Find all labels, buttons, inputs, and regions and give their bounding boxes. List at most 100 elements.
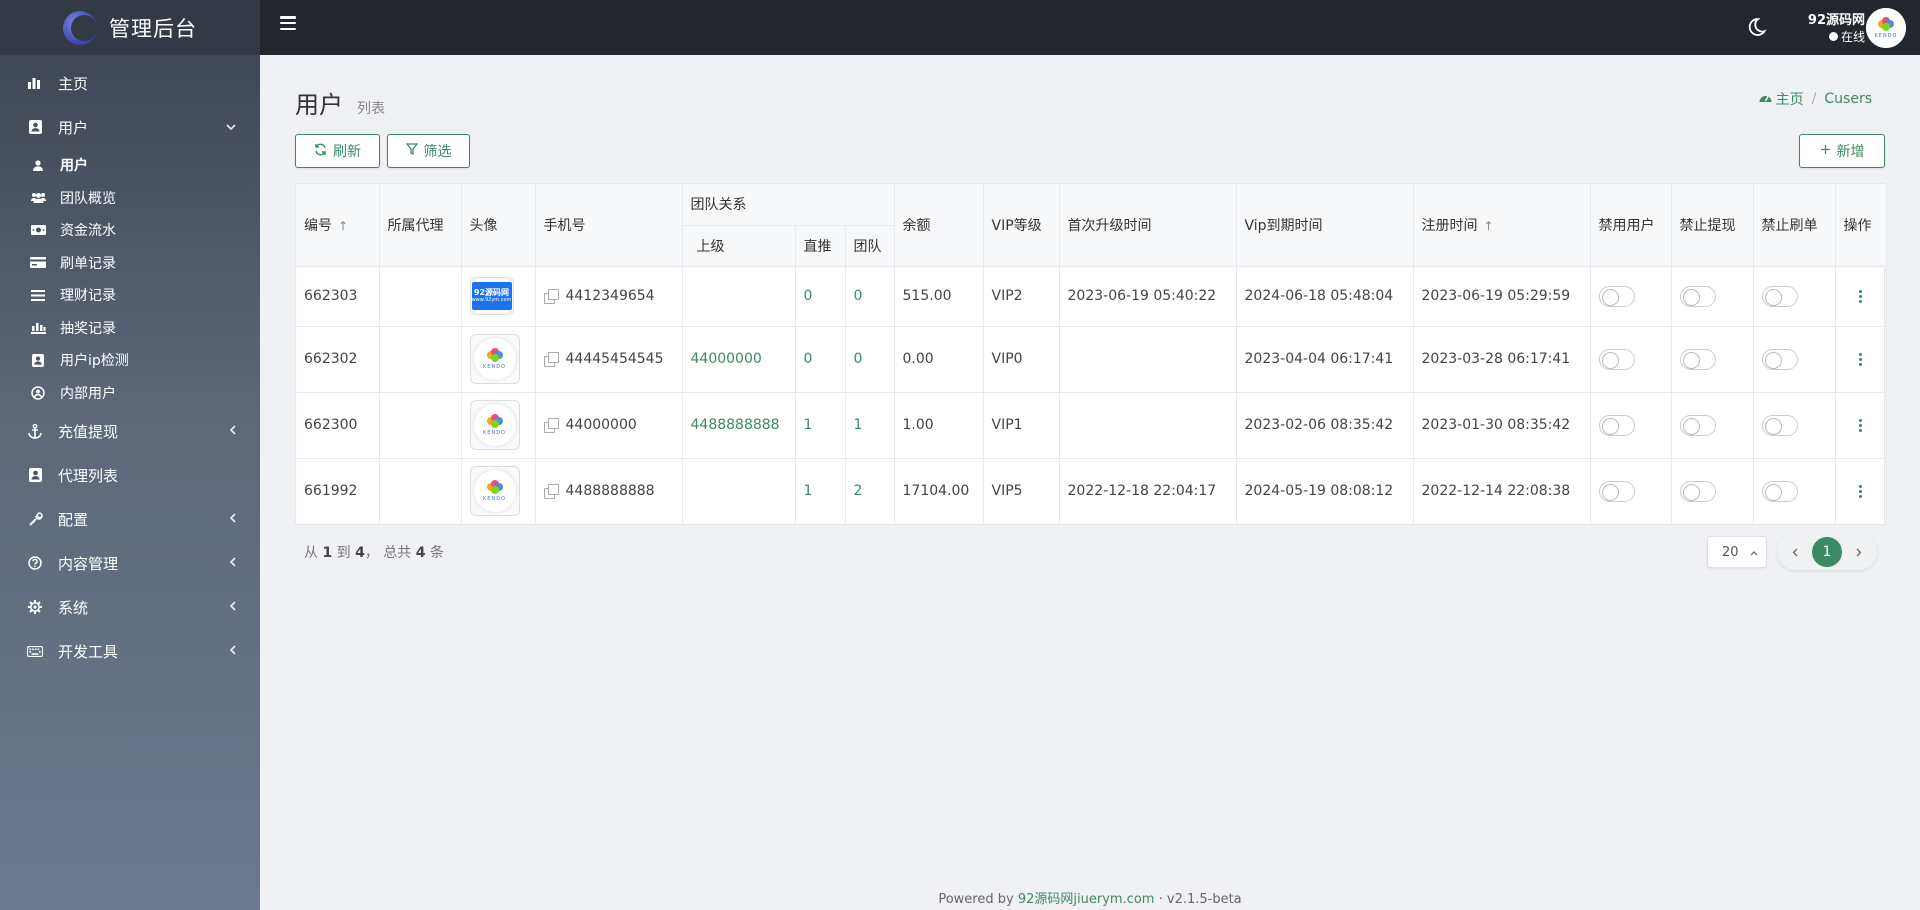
col-header-id[interactable]: 编号 ↑ bbox=[296, 184, 380, 267]
cell-ban-user bbox=[1590, 392, 1672, 459]
sort-arrow-icon[interactable]: ↑ bbox=[1484, 219, 1494, 233]
user-avatar[interactable]: KENDO bbox=[469, 334, 520, 384]
copy-icon[interactable] bbox=[543, 289, 559, 304]
cell-actions bbox=[1835, 392, 1887, 459]
cell-parent[interactable] bbox=[682, 266, 796, 327]
cell-vip-expire: 2024-06-18 05:48:04 bbox=[1236, 266, 1414, 327]
copy-icon[interactable] bbox=[543, 352, 559, 367]
sidebar-item-devtools[interactable]: 开发工具 bbox=[0, 629, 260, 673]
cell-parent[interactable]: 4488888888 bbox=[682, 392, 796, 459]
ban-order-toggle[interactable] bbox=[1761, 285, 1798, 307]
users-table: 编号 ↑ 所属代理 头像 手机号 团队关系 余额 VIP等级 首次升级时间 Vip… bbox=[295, 183, 1887, 525]
sidebar-item-home[interactable]: 主页 bbox=[0, 61, 260, 105]
kendo-logo-icon: KENDO bbox=[473, 470, 516, 513]
prev-page-icon[interactable] bbox=[1785, 542, 1805, 562]
breadcrumb-current: Cusers bbox=[1824, 91, 1872, 107]
cell-team[interactable]: 2 bbox=[845, 458, 895, 524]
sidebar-subitem-lottery[interactable]: 抽奖记录 bbox=[0, 312, 260, 345]
cell-agent bbox=[379, 458, 462, 524]
more-actions-icon[interactable] bbox=[1851, 484, 1871, 498]
sidebar-item-config[interactable]: 配置 bbox=[0, 497, 260, 541]
cell-register: 2023-03-28 06:17:41 bbox=[1413, 326, 1591, 393]
sidebar-subitem-ip-check[interactable]: 用户ip检测 bbox=[0, 344, 260, 377]
phone-number: 4488888888 bbox=[565, 483, 655, 500]
avatar[interactable]: KENDO bbox=[1866, 8, 1906, 48]
cell-parent[interactable]: 44000000 bbox=[682, 326, 796, 393]
ban-withdraw-toggle[interactable] bbox=[1679, 414, 1716, 436]
sidebar-subitem-orders[interactable]: 刷单记录 bbox=[0, 247, 260, 280]
copy-icon[interactable] bbox=[543, 484, 559, 500]
cell-team[interactable]: 1 bbox=[845, 392, 895, 459]
sidebar-item-recharge-withdraw[interactable]: 充值提现 bbox=[0, 409, 260, 453]
user-avatar[interactable]: 92源码网 www.92ym.com bbox=[469, 277, 514, 315]
user-status: 在线 bbox=[1795, 28, 1865, 45]
sidebar-item-label: 代理列表 bbox=[58, 466, 119, 485]
cell-direct[interactable]: 0 bbox=[795, 326, 846, 393]
user-avatar[interactable]: KENDO bbox=[469, 400, 520, 450]
sidebar-subitem-finance[interactable]: 理财记录 bbox=[0, 279, 260, 312]
cell-ban-withdraw bbox=[1671, 326, 1754, 393]
sidebar-item-label: 开发工具 bbox=[58, 642, 119, 661]
sidebar-subitem-internal-users[interactable]: 内部用户 bbox=[0, 377, 260, 410]
sidebar-item-content[interactable]: 内容管理 bbox=[0, 541, 260, 585]
col-header-ban-order: 禁止刷单 bbox=[1753, 184, 1836, 267]
sidebar-subitem-users[interactable]: 用户 bbox=[0, 149, 260, 182]
ban-user-toggle[interactable] bbox=[1598, 285, 1635, 307]
more-actions-icon[interactable] bbox=[1851, 352, 1871, 366]
cell-direct[interactable]: 0 bbox=[795, 266, 846, 327]
sidebar-item-users[interactable]: 用户 bbox=[0, 105, 260, 149]
sidebar-subitem-funds[interactable]: 资金流水 bbox=[0, 214, 260, 247]
footer-version: v2.1.5-beta bbox=[1166, 892, 1242, 907]
cell-avatar: KENDO bbox=[461, 392, 536, 459]
filter-button-label: 筛选 bbox=[423, 144, 452, 160]
footer-link[interactable]: 92源码网jiuerym.com bbox=[1018, 892, 1155, 907]
cell-ban-withdraw bbox=[1671, 266, 1754, 327]
cell-first-upgrade: 2022-12-18 22:04:17 bbox=[1059, 458, 1237, 524]
more-actions-icon[interactable] bbox=[1851, 289, 1871, 303]
cell-direct[interactable]: 1 bbox=[795, 458, 846, 524]
sidebar-item-agents[interactable]: 代理列表 bbox=[0, 453, 260, 497]
cell-parent[interactable] bbox=[682, 458, 796, 524]
cell-phone: 4412349654 bbox=[535, 266, 683, 327]
cell-team[interactable]: 0 bbox=[845, 266, 895, 327]
sort-arrow-icon[interactable]: ↑ bbox=[338, 219, 348, 233]
ban-withdraw-toggle[interactable] bbox=[1679, 348, 1716, 370]
copy-icon[interactable] bbox=[543, 418, 559, 433]
ban-user-toggle[interactable] bbox=[1598, 480, 1635, 502]
logo-92-icon: 92源码网 www.92ym.com bbox=[471, 282, 512, 310]
add-button[interactable]: 新增 bbox=[1799, 134, 1885, 168]
cell-avatar: KENDO bbox=[461, 326, 536, 393]
brand[interactable]: 管理后台 bbox=[0, 0, 260, 55]
col-header-register[interactable]: 注册时间 ↑ bbox=[1413, 184, 1591, 267]
cell-vip: VIP1 bbox=[983, 392, 1060, 459]
cell-direct[interactable]: 1 bbox=[795, 392, 846, 459]
next-page-icon[interactable] bbox=[1849, 542, 1869, 562]
menu-toggle-icon[interactable] bbox=[280, 16, 296, 30]
user-info[interactable]: 92源码网 在线 bbox=[1795, 9, 1865, 45]
ban-user-toggle[interactable] bbox=[1598, 348, 1635, 370]
page-button-current[interactable]: 1 bbox=[1812, 537, 1842, 567]
sidebar-item-system[interactable]: 系统 bbox=[0, 585, 260, 629]
cell-phone: 44000000 bbox=[535, 392, 683, 459]
more-actions-icon[interactable] bbox=[1851, 418, 1871, 432]
ban-withdraw-toggle[interactable] bbox=[1679, 285, 1716, 307]
ban-order-toggle[interactable] bbox=[1761, 348, 1798, 370]
user-avatar[interactable]: KENDO bbox=[469, 466, 520, 517]
breadcrumb-home[interactable]: 主页 bbox=[1759, 89, 1804, 109]
ban-user-toggle[interactable] bbox=[1598, 414, 1635, 436]
refresh-button[interactable]: 刷新 bbox=[295, 134, 380, 168]
sidebar-subitem-team-overview[interactable]: 团队概览 bbox=[0, 182, 260, 215]
ban-order-toggle[interactable] bbox=[1761, 414, 1798, 436]
ban-order-toggle[interactable] bbox=[1761, 480, 1798, 502]
moon-icon[interactable] bbox=[1745, 16, 1767, 38]
ban-withdraw-toggle[interactable] bbox=[1679, 480, 1716, 502]
cell-vip-expire: 2023-02-06 08:35:42 bbox=[1236, 392, 1414, 459]
anchor-icon bbox=[26, 422, 44, 440]
sidebar-item-label: 配置 bbox=[58, 510, 89, 529]
refresh-button-label: 刷新 bbox=[333, 144, 361, 160]
cell-team[interactable]: 0 bbox=[845, 326, 895, 393]
page-size-select[interactable]: 20 bbox=[1707, 536, 1767, 568]
sidebar-subitem-label: 资金流水 bbox=[60, 223, 116, 240]
brand-title: 管理后台 bbox=[109, 16, 197, 41]
filter-button[interactable]: 筛选 bbox=[387, 134, 470, 168]
